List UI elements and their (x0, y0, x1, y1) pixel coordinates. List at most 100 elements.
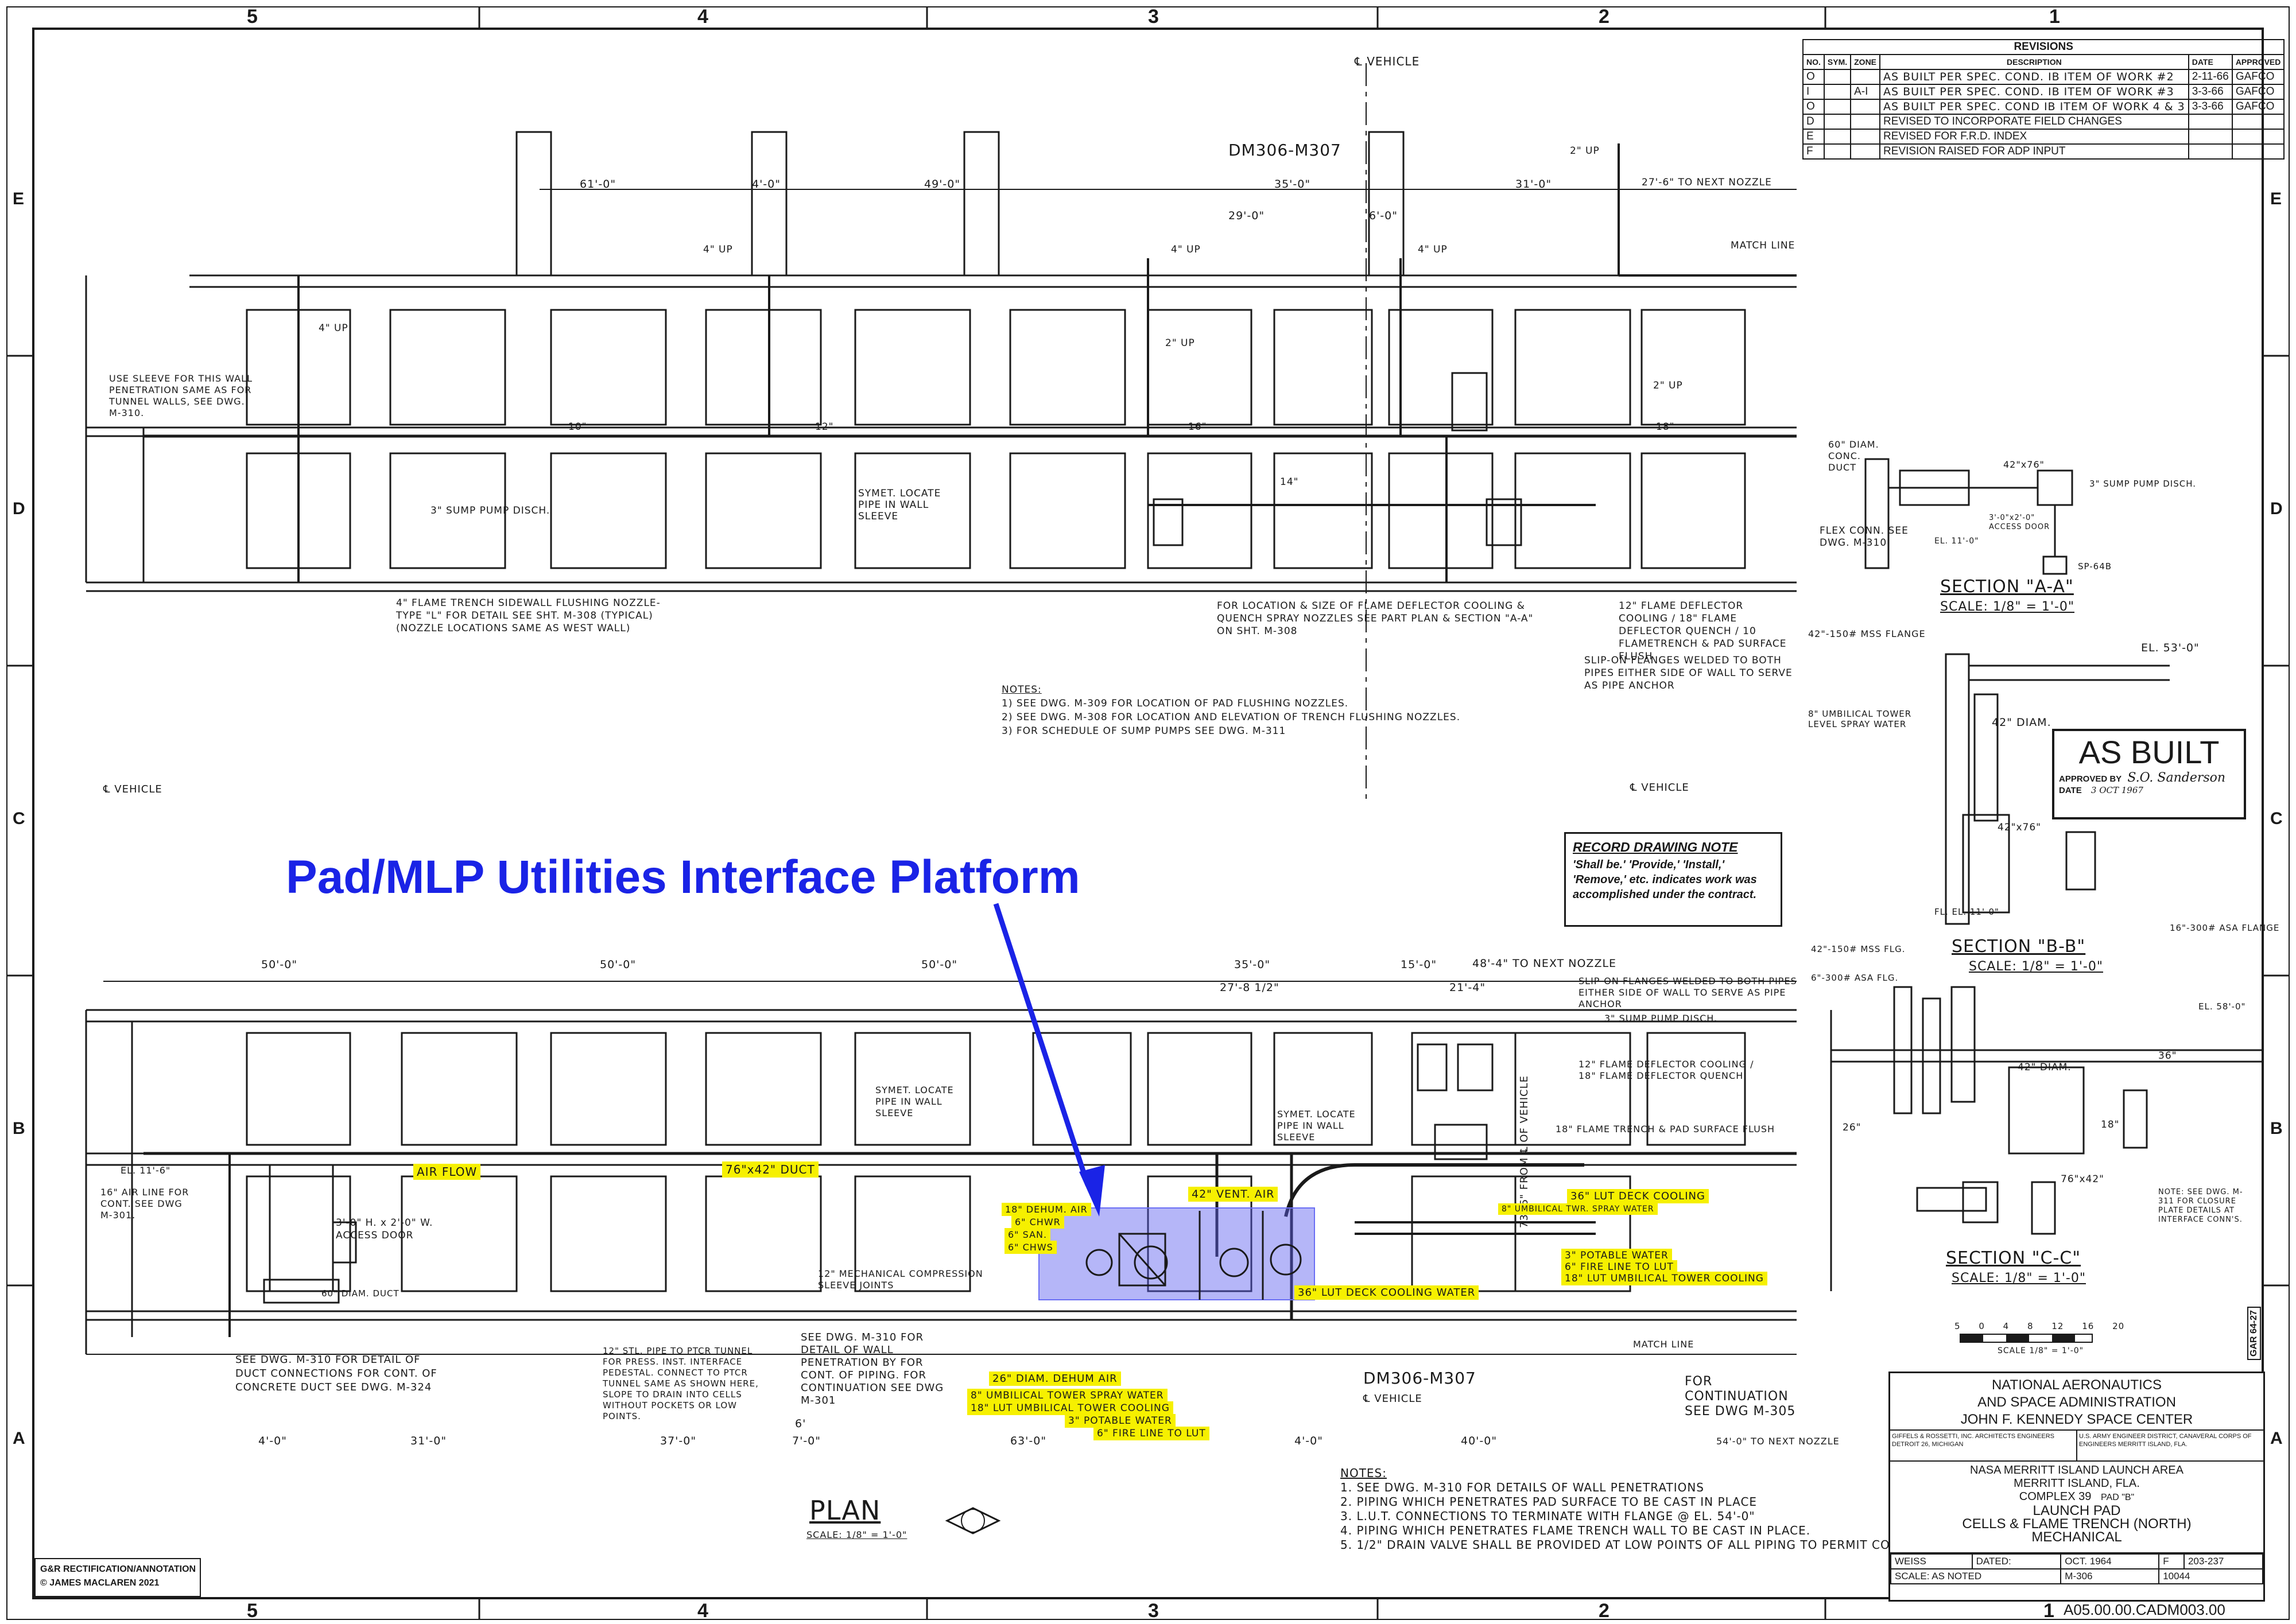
dim-top: 31'-0" (1515, 178, 1552, 191)
as-built-date-label: DATE (2059, 786, 2082, 795)
rev-cell: AS BUILT PER SPEC. COND. IB ITEM OF WORK… (1879, 84, 2189, 100)
row-label-a: A (13, 1429, 25, 1448)
scale-bar-label: SCALE 1/8" = 1'-0" (1998, 1346, 2084, 1355)
section-aa-title: SECTION "A-A" (1940, 577, 2074, 597)
rev-cell: REVISED FOR F.R.D. INDEX (1879, 129, 2189, 145)
section-bb-label: 6"-300# ASA FLG. (1811, 973, 1899, 983)
agency-line-2: AND SPACE ADMINISTRATION (1977, 1394, 2176, 1410)
project-line-1: NASA MERRITT ISLAND LAUNCH AREA (1970, 1464, 2183, 1477)
section-aa-label: 60" DIAM. CONC. DUCT (1828, 439, 1879, 473)
steel-pipe-note: 12" STL. PIPE TO PTCR TUNNEL FOR PRESS. … (603, 1346, 759, 1421)
pipe-up: 4" UP (1418, 244, 1448, 255)
highlight-umbilical-spray: 8" UMBILICAL TWR. SPRAY WATER (1498, 1203, 1658, 1215)
slip-on-flanges-note-top: SLIP-ON FLANGES WELDED TO BOTH PIPES EIT… (1584, 655, 1793, 691)
rev-header: SYM. (1823, 54, 1852, 70)
highlight-lut-deck-cooling-top: 36" LUT DECK COOLING (1567, 1189, 1709, 1203)
drawing-code: A05.00.00.CADM003.00 (2064, 1601, 2225, 1618)
dim-lower-bottom: 4'-0" (258, 1435, 287, 1447)
highlight-chws: 6" CHWS (1004, 1241, 1057, 1254)
notes-top-item: 2) SEE DWG. M-308 FOR LOCATION AND ELEVA… (1002, 712, 1461, 723)
highlight-lut-deck-cooling-bottom: 36" LUT DECK COOLING WATER (1294, 1285, 1479, 1300)
rev-cell: 3-3-66 (2188, 84, 2233, 100)
rev-cell (1823, 84, 1852, 100)
rev-cell: GAFCO (2231, 99, 2285, 115)
row-label-d: D (13, 499, 25, 518)
dim-lower-top: 35'-0" (1234, 958, 1271, 971)
pipe-size: 10" (568, 421, 587, 433)
scale-bar-ticks: 5 0 4 8 12 16 20 (1954, 1321, 2124, 1331)
highlight-san: 6" SAN. (1004, 1228, 1051, 1241)
dim-top: 6'-0" (1369, 209, 1398, 222)
section-bb-label: FL. EL. 11'-0" (1934, 907, 1999, 917)
air-line-note: 16" AIR LINE FOR CONT. SEE DWG M-301. (100, 1187, 189, 1221)
rev-cell: REVISION RAISED FOR ADP INPUT (1879, 143, 2189, 160)
complex-line: COMPLEX 39 PAD "B" (1890, 1490, 2263, 1504)
row-label-c-right: C (2270, 809, 2283, 828)
rev-cell: AS BUILT PER SPEC. COND IB ITEM OF WORK … (1879, 99, 2189, 115)
pipe-up: 4" UP (1171, 244, 1201, 255)
slip-on-flanges-note-mid: SLIP-ON FLANGES WELDED TO BOTH PIPES EIT… (1578, 976, 1797, 1009)
as-built-stamp: AS BUILT APPROVED BY S.O. Sanderson DATE… (2052, 729, 2246, 819)
deflector-cooling-mid: 12" FLAME DEFLECTOR COOLING / 18" FLAME … (1578, 1059, 1754, 1081)
rev-row: O AS BUILT PER SPEC. COND. IB ITEM OF WOR… (1802, 69, 2285, 85)
scale-tick: 5 (1954, 1321, 1961, 1331)
sheet-line-1: LAUNCH PAD (2033, 1503, 2121, 1518)
section-bb-scale: SCALE: 1/8" = 1'-0" (1969, 959, 2103, 974)
next-nozzle-bottom: 54'-0" TO NEXT NOZZLE (1716, 1436, 1840, 1447)
file-no: 203-237 (2183, 1553, 2264, 1569)
dim-top: 61'-0" (580, 178, 616, 191)
drawing-ref-bottom: DM306-M307 (1363, 1369, 1476, 1388)
upper-plan (85, 63, 1797, 803)
rev-cell (1823, 69, 1852, 85)
section-aa-label: 3'-0"x2'-0" ACCESS DOOR (1989, 514, 2050, 531)
rev-cell (2188, 143, 2233, 160)
revisions-table: REVISIONS NO. SYM. ZONE DESCRIPTION DATE… (1802, 39, 2285, 160)
vehicle-centerline-label-top: ℄ VEHICLE (1355, 55, 1420, 68)
section-bb-label: 42"-150# MSS FLANGE (1808, 628, 1926, 639)
section-bb-label: 42"-150# MSS FLG. (1811, 944, 1906, 954)
rev-cell (2231, 143, 2285, 160)
column-label-5: 5 (247, 6, 258, 28)
symet-pipe-label-right: SYMET. LOCATE PIPE IN WALL SLEEVE (1277, 1109, 1356, 1143)
row-label-b: B (13, 1119, 25, 1138)
vehicle-centerline-label-right: ℄ VEHICLE (1630, 782, 1689, 794)
sump-disch-label: 3" SUMP PUMP DISCH. (430, 505, 550, 516)
dim-lower-bottom: 31'-0" (410, 1435, 447, 1447)
section-bb-label: 16"-300# ASA FLANGE (2170, 923, 2280, 933)
rev-row: F REVISION RAISED FOR ADP INPUT (1802, 143, 2285, 160)
dim-lower-top: 15'-0" (1401, 958, 1437, 971)
match-line-bottom: MATCH LINE (1633, 1339, 1694, 1350)
column-label-2-bottom: 2 (1599, 1600, 1609, 1622)
deflector-list: 12" FLAME DEFLECTOR COOLING / 18" FLAME … (1619, 600, 1787, 662)
notes-top-item: 1) SEE DWG. M-309 FOR LOCATION OF PAD FL… (1002, 698, 1349, 709)
flushing-nozzle-note: 4" FLAME TRENCH SIDEWALL FLUSHING NOZZLE… (396, 597, 661, 634)
rev-row: O AS BUILT PER SPEC. COND IB ITEM OF WORK… (1802, 99, 2285, 115)
sheet-line-2: CELLS & FLAME TRENCH (NORTH) (1962, 1516, 2192, 1532)
rev-cell: E (1802, 129, 1825, 145)
section-bb-title: SECTION "B-B" (1952, 937, 2086, 957)
title-block-project: NASA MERRITT ISLAND LAUNCH AREA MERRITT … (1890, 1462, 2263, 1553)
rev-cell: REVISED TO INCORPORATE FIELD CHANGES (1879, 114, 2189, 130)
rev-cell (1823, 129, 1852, 145)
rev-header: DATE (2188, 54, 2233, 70)
title-block-data: WEISS DATED: OCT. 1964 F 203-237 SCALE: … (1890, 1553, 2264, 1584)
north-arrow (945, 1507, 1001, 1534)
highlight-dehum-air-left: 18" DEHUM. AIR (1002, 1203, 1091, 1216)
highlight-umbilical-cooling-right: 18" LUT UMBILICAL TOWER COOLING (1561, 1272, 1767, 1285)
dwg-no: M-306 (2060, 1568, 2160, 1584)
title-block-firms: GIFFELS & ROSSETTI, INC. ARCHITECTS ENGI… (1890, 1431, 2263, 1462)
row-label-e-right: E (2270, 189, 2282, 208)
section-cc-title: SECTION "C-C" (1946, 1248, 2081, 1268)
section-cc-label: NOTE: SEE DWG. M-311 FOR CLOSURE PLATE D… (2158, 1188, 2243, 1224)
rev-cell (1850, 114, 1881, 130)
project-line-2: MERRITT ISLAND, FLA. (2014, 1477, 2140, 1490)
pipe-size: 14" (1280, 476, 1299, 488)
next-nozzle-top: 27'-6" TO NEXT NOZZLE (1642, 177, 1772, 188)
highlight-fire-line-bottom: 6" FIRE LINE TO LUT (1093, 1427, 1209, 1440)
deflector-nozzle-note: FOR LOCATION & SIZE OF FLAME DEFLECTOR C… (1217, 600, 1534, 637)
dim-lower-bottom: 40'-0" (1461, 1435, 1498, 1447)
highlight-potable-water-bottom: 3" POTABLE WATER (1065, 1414, 1176, 1428)
section-cc-label: 26" (1843, 1122, 1861, 1133)
section-aa-label: SP-64B (2078, 561, 2112, 572)
title-block-agency: NATIONAL AERONAUTICS AND SPACE ADMINISTR… (1890, 1373, 2263, 1431)
